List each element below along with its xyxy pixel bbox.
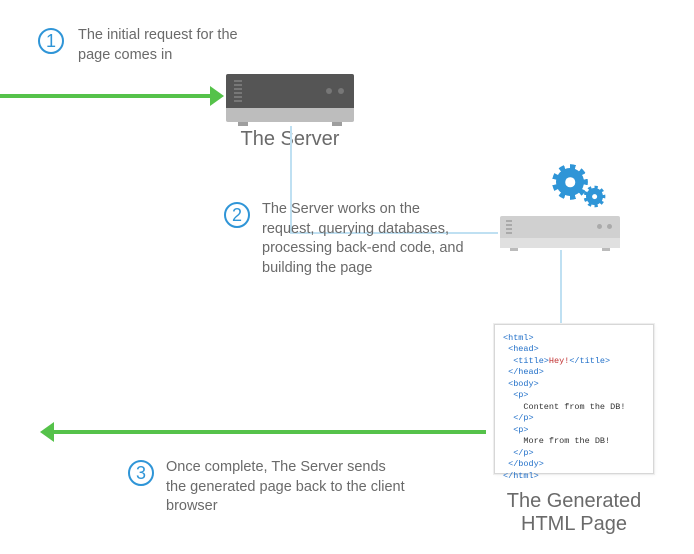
step-3-number: 3 xyxy=(128,460,154,486)
code-tag: <head> xyxy=(508,344,539,354)
code-tag: </body> xyxy=(508,459,544,469)
database-server-icon xyxy=(500,216,620,248)
step-3-text: Once complete, The Server sends the gene… xyxy=(166,458,406,517)
code-tag: <p> xyxy=(513,425,528,435)
generated-html-icon: <html> <head> <title>Hey!</title> </head… xyxy=(494,324,654,474)
code-tag: <html> xyxy=(503,333,534,343)
response-arrow xyxy=(54,430,486,434)
code-tag: </html> xyxy=(503,471,539,481)
code-text: More from the DB! xyxy=(523,436,610,446)
code-tag: <title> xyxy=(513,356,549,366)
step-1-text: The initial request for the page comes i… xyxy=(78,26,238,65)
code-tag: </p> xyxy=(513,413,533,423)
code-tag: </title> xyxy=(569,356,610,366)
diagram-canvas: 1 The initial request for the page comes… xyxy=(0,0,694,554)
code-text: Content from the DB! xyxy=(523,402,625,412)
code-tag: <body> xyxy=(508,379,539,389)
code-tag: </p> xyxy=(513,448,533,458)
request-arrow xyxy=(0,94,210,98)
generated-page-caption: The Generated HTML Page xyxy=(488,490,660,536)
server-icon xyxy=(226,74,354,122)
step-2-text: The Server works on the request, queryin… xyxy=(262,200,472,278)
code-text: Hey! xyxy=(549,356,569,366)
step-1-number: 1 xyxy=(38,28,64,54)
code-tag: <p> xyxy=(513,390,528,400)
step-2-number: 2 xyxy=(224,202,250,228)
code-tag: </head> xyxy=(508,367,544,377)
